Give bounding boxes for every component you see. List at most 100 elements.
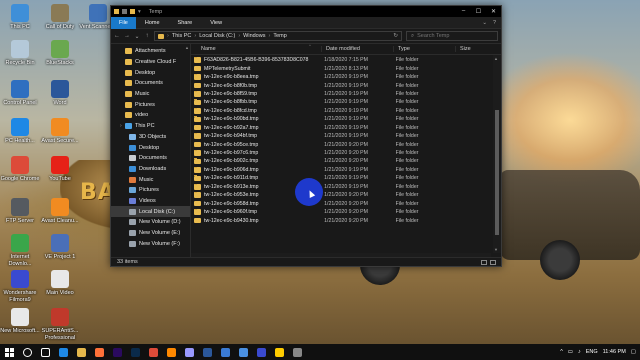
maximize-button[interactable]: ☐ — [471, 8, 486, 15]
taskbar-photos-icon[interactable] — [216, 344, 234, 360]
up-button[interactable]: ↑ — [144, 33, 150, 39]
taskbar-vlc-icon[interactable] — [162, 344, 180, 360]
file-row[interactable]: tw-12ec-e9c-b902c.tmp 1/21/2020 9:20 PM Fi… — [191, 157, 491, 165]
volume-icon[interactable]: ♪ — [578, 349, 581, 355]
desktop-icon-word[interactable]: Word — [40, 80, 80, 107]
scroll-up-icon[interactable]: ▲ — [494, 56, 498, 61]
file-explorer-window[interactable]: ▾ Temp – ☐ ✕ File Home Share View ⌄ ? ← … — [110, 5, 502, 267]
desktop-icon-ftp-server[interactable]: FTP Server — [0, 198, 40, 225]
taskbar-premiere-pro-icon[interactable] — [180, 344, 198, 360]
tab-home[interactable]: Home — [136, 20, 169, 26]
taskbar-store-icon[interactable] — [234, 344, 252, 360]
details-view-icon[interactable] — [481, 259, 487, 265]
scrollbar-thumb[interactable] — [495, 110, 499, 235]
desktop-icon-bluestacks[interactable]: BlueStacks — [40, 40, 80, 67]
file-row[interactable]: tw-12ec-e9c-b906d.tmp 1/21/2020 9:19 PM Fi… — [191, 166, 491, 174]
title-bar[interactable]: ▾ Temp – ☐ ✕ — [111, 6, 501, 17]
taskbar-tiles-icon[interactable] — [288, 344, 306, 360]
file-row[interactable]: F63AD826-B821-45B6-B396-853783D8C078 1/18… — [191, 56, 491, 64]
large-icons-view-icon[interactable] — [490, 259, 496, 265]
desktop-icon-avast-cleanup[interactable]: Avast Cleanu... — [40, 198, 80, 225]
nav-item-desktop[interactable]: Desktop — [111, 67, 190, 78]
desktop-icon-main-video[interactable]: Main Video — [40, 270, 80, 297]
taskbar-chrome-icon[interactable] — [144, 344, 162, 360]
file-row[interactable]: tw-12ec-e9c-b90bd.tmp 1/21/2020 9:19 PM Fi… — [191, 115, 491, 123]
search-input[interactable] — [417, 33, 488, 39]
scroll-down-icon[interactable]: ▼ — [494, 247, 498, 252]
nav-item-this-pc[interactable]: › This PC — [111, 121, 190, 132]
file-row[interactable]: tw-12ec-e9c-b8f59.tmp 1/21/2020 9:19 PM Fi… — [191, 90, 491, 98]
nav-item-new-volume-d[interactable]: New Volume (D:) — [111, 217, 190, 228]
desktop-icon-youtube[interactable]: YouTube — [40, 156, 80, 183]
desktop-icon-pc-health[interactable]: PC Health... — [0, 118, 40, 145]
file-row[interactable]: tw-12ec-e9c-b911d.tmp 1/21/2020 9:19 PM Fi… — [191, 174, 491, 182]
file-row[interactable]: tw-12ec-e9c-b94bf.tmp 1/21/2020 9:19 PM Fi… — [191, 132, 491, 140]
file-row[interactable]: MPTelemetrySubmit 1/21/2020 8:13 PM File f… — [191, 64, 491, 72]
desktop-icon-google-chrome[interactable]: Google Chrome — [0, 156, 40, 183]
column-date-header[interactable]: Date modified — [321, 46, 393, 52]
taskbar-word-icon[interactable] — [198, 344, 216, 360]
nav-item-downloads[interactable]: Downloads — [111, 164, 190, 175]
column-size-header[interactable]: Size — [455, 46, 493, 52]
file-row[interactable]: tw-12ec-e9c-b92a7.tmp 1/21/2020 9:19 PM Fi… — [191, 124, 491, 132]
nav-item-pictures[interactable]: Pictures — [111, 185, 190, 196]
clock[interactable]: 11:46 PM — [603, 349, 626, 355]
language-indicator[interactable]: ENG — [586, 349, 598, 355]
search-box[interactable]: ⌕ — [406, 31, 498, 41]
taskbar-filmora-icon[interactable] — [252, 344, 270, 360]
vertical-scrollbar[interactable]: ▲ ▼ — [493, 55, 501, 253]
nav-item-pictures[interactable]: Pictures — [111, 99, 190, 110]
help-icon[interactable]: ? — [493, 20, 496, 26]
nav-item-documents[interactable]: Documents — [111, 78, 190, 89]
expand-ribbon-icon[interactable]: ⌄ — [482, 20, 487, 26]
address-bar[interactable]: › This PC › Local Disk (C:) › Windows › … — [154, 31, 402, 41]
desktop-icon-ve-project[interactable]: VE Project 1 — [40, 234, 80, 261]
desktop-icon-new-microsoft[interactable]: New Microsoft... — [0, 308, 40, 335]
column-name-header[interactable]: Name — [191, 46, 321, 52]
file-row[interactable]: tw-12ec-e9c-b8eea.tmp 1/21/2020 9:19 PM Fi… — [191, 73, 491, 81]
nav-item-documents[interactable]: Documents — [111, 153, 190, 164]
file-row[interactable]: tw-12ec-e9c-b8fbb.tmp 1/21/2020 9:19 PM Fi… — [191, 98, 491, 106]
notification-icon[interactable]: ▢ — [631, 349, 636, 355]
minimize-button[interactable]: – — [456, 8, 471, 15]
desktop-icon-this-pc[interactable]: This PC — [0, 4, 40, 31]
desktop-icon-internet-downloader[interactable]: Internet Downlo... — [0, 234, 40, 267]
nav-item-desktop[interactable]: Desktop — [111, 142, 190, 153]
nav-item-videos[interactable]: Videos — [111, 196, 190, 207]
nav-item-music[interactable]: Music — [111, 89, 190, 100]
file-row[interactable]: tw-12ec-e9c-b9430.tmp 1/21/2020 9:20 PM Fi… — [191, 216, 491, 224]
breadcrumb-local-disk[interactable]: Local Disk (C:) — [199, 33, 235, 39]
tab-share[interactable]: Share — [169, 20, 202, 26]
new-folder-icon[interactable] — [130, 9, 135, 14]
tab-view[interactable]: View — [201, 20, 231, 26]
taskbar-search-icon[interactable] — [18, 344, 36, 360]
taskbar-ve-app-icon[interactable] — [270, 344, 288, 360]
file-list[interactable]: ^ Name Date modified Type Size F63AD826-… — [191, 44, 501, 257]
file-row[interactable]: tw-12ec-e9c-b8fcd.tmp 1/21/2020 9:19 PM Fi… — [191, 107, 491, 115]
network-icon[interactable]: ▭ — [568, 349, 573, 355]
file-row[interactable]: tw-12ec-e9c-b97c6.tmp 1/21/2020 9:20 PM Fi… — [191, 149, 491, 157]
taskbar-file-explorer-icon[interactable] — [72, 344, 90, 360]
desktop-icon-call-of-duty[interactable]: Call of Duty — [40, 4, 80, 31]
desktop-icon-control-panel[interactable]: Control Panel — [0, 80, 40, 107]
nav-item-creative-cloud-f[interactable]: Creative Cloud F — [111, 57, 190, 68]
nav-item-new-volume-f[interactable]: New Volume (F:) — [111, 238, 190, 249]
close-button[interactable]: ✕ — [486, 8, 501, 15]
refresh-icon[interactable]: ↻ — [393, 33, 398, 39]
forward-button[interactable]: → — [124, 33, 130, 39]
desktop-icon-recycle-bin[interactable]: Recycle Bin — [0, 40, 40, 67]
taskbar-adobe-premiere-icon[interactable] — [108, 344, 126, 360]
desktop-icon-superantispyware[interactable]: SUPERAntiS... Professional — [40, 308, 80, 341]
taskbar-adobe-photoshop-icon[interactable] — [126, 344, 144, 360]
tab-file[interactable]: File — [111, 16, 136, 29]
back-button[interactable]: ← — [114, 33, 120, 39]
nav-item-video[interactable]: video — [111, 110, 190, 121]
horizontal-scrollbar[interactable] — [191, 253, 491, 257]
breadcrumb-windows[interactable]: Windows — [243, 33, 265, 39]
desktop-icon-avast[interactable]: Avast Secure... — [40, 118, 80, 145]
breadcrumb-temp[interactable]: Temp — [273, 33, 286, 39]
navigation-pane[interactable]: ▲ Attachments Creative Cloud F Desktop Docu… — [111, 44, 191, 257]
file-row[interactable]: tw-12ec-e9c-b95ce.tmp 1/21/2020 9:20 PM Fi… — [191, 140, 491, 148]
nav-item-local-disk-c[interactable]: Local Disk (C:) — [111, 206, 190, 217]
nav-item-3d-objects[interactable]: 3D Objects — [111, 132, 190, 143]
